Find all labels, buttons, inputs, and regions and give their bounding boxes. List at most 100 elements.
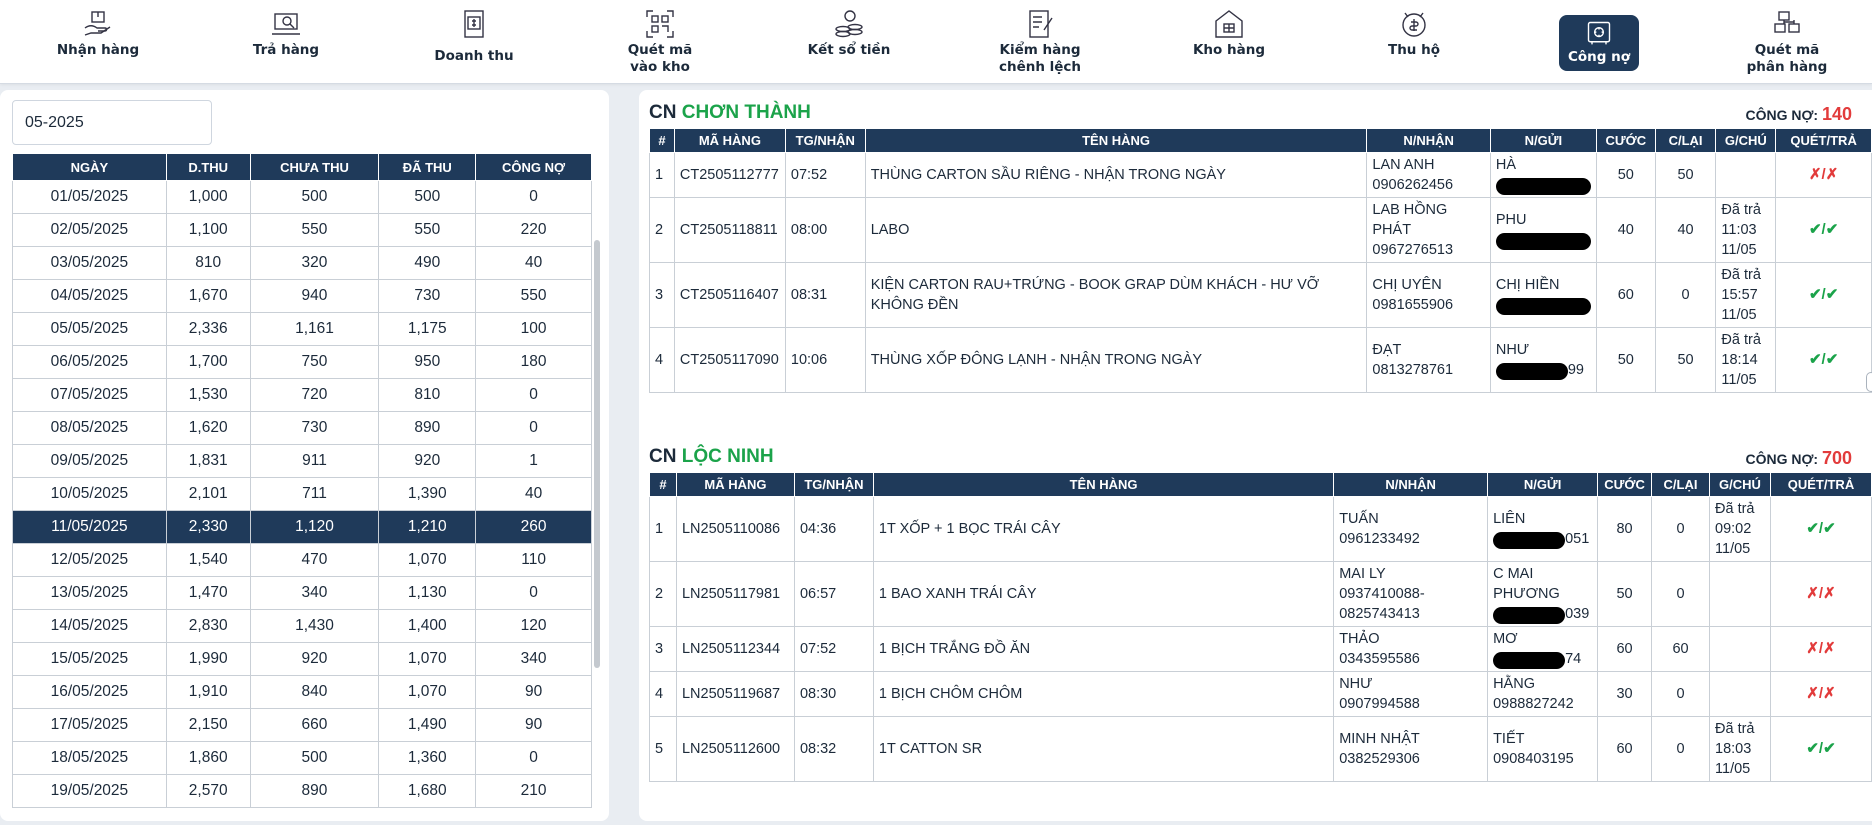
table-row[interactable]: 08/05/2025 1,620 730 890 0 [12,411,592,445]
table-row[interactable]: 3 LN2505112344 07:52 1 BỊCH TRẮNG ĐỒ ĂN THẢO… [649,626,1872,672]
scan-status[interactable]: ✗/✗ [1769,671,1872,717]
branch-title: CN LỘC NINH [649,446,774,468]
table-row[interactable]: 4 LN2505119687 08:30 1 BỊCH CHÔM CHÔM NHƯ 09… [649,671,1872,717]
scan-status[interactable]: ✗/✗ [1775,152,1872,198]
sender-phone: 039 [1493,604,1592,624]
table-row[interactable]: 03/05/2025 810 320 490 40 [12,246,592,280]
branch-prefix: CN [649,102,677,123]
table-cell: 1,990 [165,642,251,676]
table-cell: 220 [475,213,592,247]
nav-return[interactable]: Trả hàng [211,8,361,76]
column-header[interactable]: ĐÃ THU [378,153,477,181]
nav-warehouse[interactable]: Kho hàng [1154,8,1304,76]
table-cell: 17/05/2025 [12,708,167,742]
table-row[interactable]: 04/05/2025 1,670 940 730 550 [12,279,592,313]
table-row[interactable]: 1 LN2505110086 04:36 1T XỐP + 1 BỌC TRÁI CÂ… [649,496,1872,562]
nav-cod-collection[interactable]: Thu hộ [1339,8,1489,76]
sender: PHU [1489,197,1597,263]
table-row[interactable]: 13/05/2025 1,470 340 1,130 0 [12,576,592,610]
nav-check-difference[interactable]: Kiểm hàng chênh lệch [965,8,1115,76]
column-header[interactable]: NGÀY [12,153,167,181]
note: Đã trả 11:03 11/05 [1715,197,1777,263]
table-cell: 550 [475,279,592,313]
table-cell: 1,860 [165,741,251,775]
nav-scan-sorting[interactable]: Quét mã phân hàng [1712,8,1862,76]
scan-status[interactable]: ✔/✔ [1769,716,1872,782]
table-cell: 940 [249,279,380,313]
table-cell: 90 [475,708,592,742]
table-cell: 07/05/2025 [12,378,167,412]
nav-label: Quét mã vào kho [627,42,693,75]
receiver: LAB HỒNG PHÁT 0967276513 [1366,197,1491,263]
table-row[interactable]: 05/05/2025 2,336 1,161 1,175 100 [12,312,592,346]
column-header[interactable]: CÔNG NỢ [475,153,592,181]
scan-status[interactable]: ✔/✔ [1769,496,1872,562]
sender: HÀ [1489,152,1597,198]
row-number: 4 [649,327,675,393]
table-cell: 19/05/2025 [12,774,167,808]
column-header: MÃ HÀNG [673,128,786,153]
receive-package-icon [84,11,111,36]
nav-debt[interactable]: Công nợ [1559,15,1639,71]
table-cell: 500 [249,741,380,775]
table-row[interactable]: 07/05/2025 1,530 720 810 0 [12,378,592,412]
column-header: C/LẠI [1654,128,1717,153]
receive-time: 08:32 [793,716,874,782]
nav-cash-closing[interactable]: Kết sổ tiền [774,8,924,76]
column-header[interactable]: CHƯA THU [249,153,380,181]
scan-status[interactable]: ✔/✔ [1775,262,1872,328]
scan-status[interactable]: ✔/✔ [1775,197,1872,263]
right-scroll-handle[interactable] [1866,372,1872,392]
month-input[interactable] [12,100,212,145]
nav-receive[interactable]: Nhận hàng [23,8,173,76]
table-cell: 730 [378,279,477,313]
table-cell: 16/05/2025 [12,675,167,709]
table-row[interactable]: 5 LN2505112600 08:32 1T CATTON SR MINH NHẬT … [649,716,1872,782]
table-row[interactable]: 2 LN2505117981 06:57 1 BAO XANH TRÁI CÂY MAI… [649,561,1872,627]
nav-label: Kiểm hàng chênh lệch [998,42,1082,75]
table-row[interactable]: 3 CT2505116407 08:31 KIỆN CARTON RAU+TRỨNG … [649,262,1872,328]
table-cell: 08/05/2025 [12,411,167,445]
scan-status[interactable]: ✗/✗ [1769,626,1872,672]
nav-label: Quét mã phân hàng [1746,42,1828,75]
table-row[interactable]: 10/05/2025 2,101 711 1,390 40 [12,477,592,511]
fee: 50 [1595,152,1656,198]
table-cell: 0 [475,378,592,412]
receiver: NHƯ 0907994588 [1333,671,1489,717]
table-row[interactable]: 12/05/2025 1,540 470 1,070 110 [12,543,592,577]
fee: 50 [1595,327,1656,393]
table-row[interactable]: 14/05/2025 2,830 1,430 1,400 120 [12,609,592,643]
receiver: THẢO 0343595586 [1333,626,1489,672]
nav-revenue[interactable]: Doanh thu [399,8,549,76]
item-code: LN2505117981 [675,561,795,627]
table-row[interactable]: 16/05/2025 1,910 840 1,070 90 [12,675,592,709]
scan-status[interactable]: ✗/✗ [1769,561,1872,627]
table-row[interactable]: 17/05/2025 2,150 660 1,490 90 [12,708,592,742]
table-row[interactable]: 2 CT2505118811 08:00 LABO LAB HỒNG PHÁT 0967… [649,197,1872,263]
table-row[interactable]: 18/05/2025 1,860 500 1,360 0 [12,741,592,775]
table-cell: 711 [249,477,380,511]
table-cell: 05/05/2025 [12,312,167,346]
table-cell: 1,540 [165,543,251,577]
nav-label: Kết sổ tiền [807,42,891,58]
table-row[interactable]: 1 CT2505112777 07:52 THÙNG CARTON SẦU RIÊNG… [649,152,1872,198]
left-scrollbar[interactable] [594,240,600,668]
table-row[interactable]: 19/05/2025 2,570 890 1,680 210 [12,774,592,808]
fee: 60 [1597,716,1653,782]
table-row[interactable]: 4 CT2505117090 10:06 THÙNG XỐP ĐÔNG LẠNH - … [649,327,1872,393]
scan-status[interactable]: ✔/✔ [1775,327,1872,393]
table-row[interactable]: 09/05/2025 1,831 911 920 1 [12,444,592,478]
return-package-icon [272,13,300,35]
table-cell: 1,670 [165,279,251,313]
column-header[interactable]: D.THU [165,153,251,181]
receive-time: 08:00 [784,197,866,263]
table-row[interactable]: 11/05/2025 2,330 1,120 1,210 260 [12,510,592,544]
table-row[interactable]: 01/05/2025 1,000 500 500 0 [12,180,592,214]
table-row[interactable]: 06/05/2025 1,700 750 950 180 [12,345,592,379]
table-cell: 1,120 [249,510,380,544]
row-number: 3 [649,626,677,672]
table-row[interactable]: 02/05/2025 1,100 550 550 220 [12,213,592,247]
table-row[interactable]: 15/05/2025 1,990 920 1,070 340 [12,642,592,676]
nav-scan-into-warehouse[interactable]: Quét mã vào kho [585,8,735,76]
receive-time: 07:52 [784,152,866,198]
